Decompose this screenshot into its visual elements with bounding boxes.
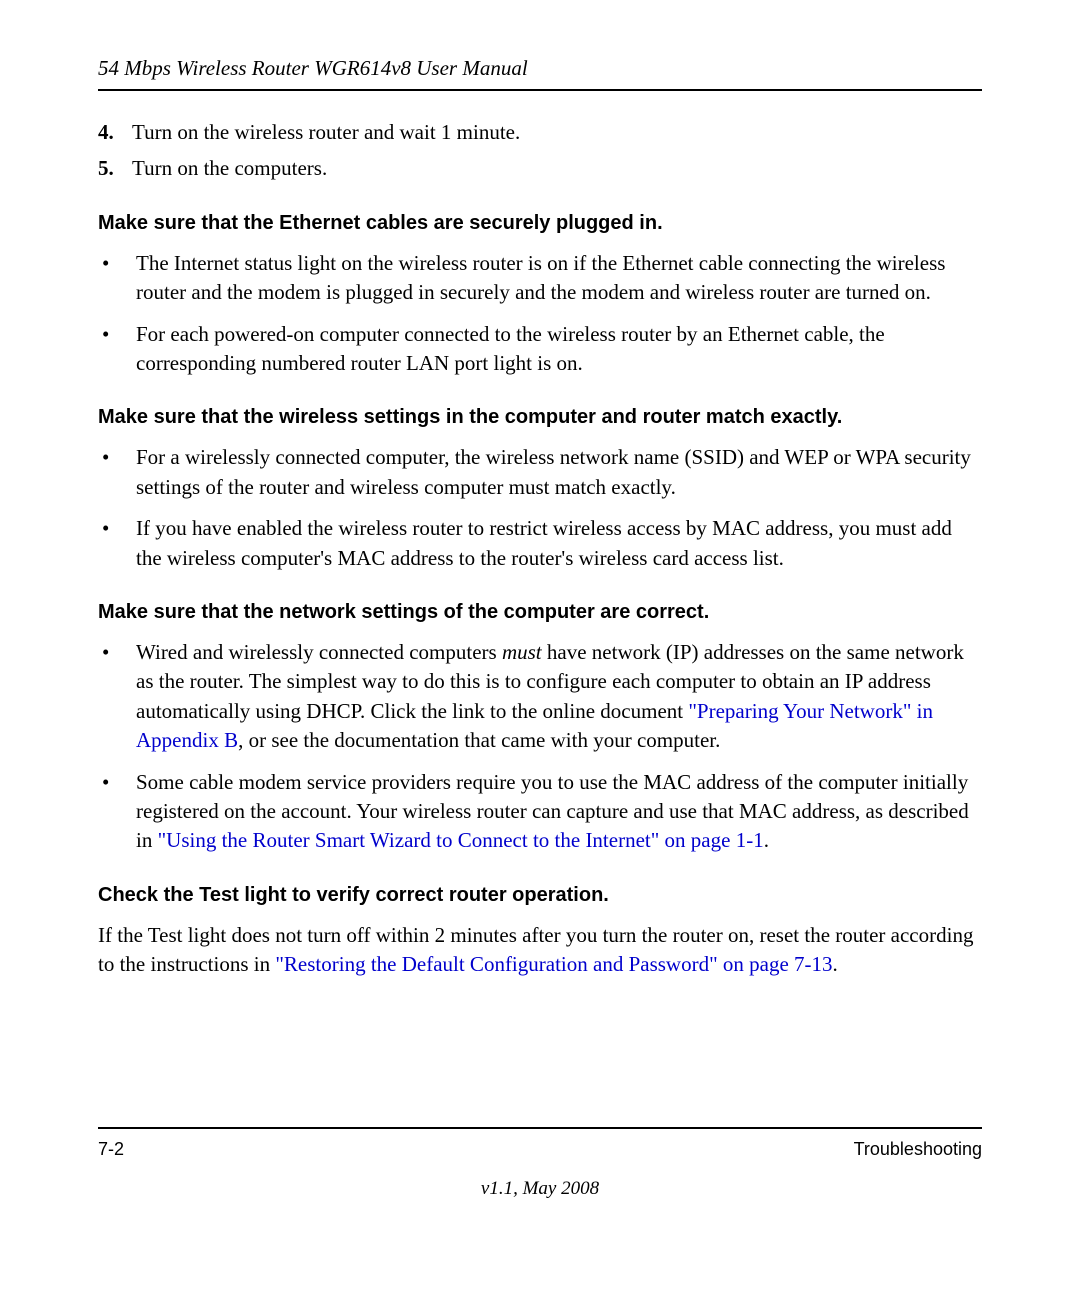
step-number: 5. — [98, 153, 132, 183]
page-footer: 7-2 Troubleshooting v1.1, May 2008 — [98, 1127, 982, 1200]
bullet-list: • Wired and wirelessly connected compute… — [98, 638, 982, 856]
subheading-wireless-settings: Make sure that the wireless settings in … — [98, 406, 982, 429]
bullet-icon: • — [98, 514, 136, 573]
bullet-list: • For a wirelessly connected computer, t… — [98, 443, 982, 573]
list-item: • If you have enabled the wireless route… — [98, 514, 982, 573]
document-page: 54 Mbps Wireless Router WGR614v8 User Ma… — [0, 0, 1080, 1296]
footer-section: Troubleshooting — [854, 1139, 982, 1160]
subheading-ethernet: Make sure that the Ethernet cables are s… — [98, 212, 982, 235]
header-rule — [98, 89, 982, 91]
step-text: Turn on the wireless router and wait 1 m… — [132, 117, 520, 147]
footer-rule — [98, 1127, 982, 1129]
bullet-icon: • — [98, 443, 136, 502]
bullet-icon: • — [98, 249, 136, 308]
bullet-text: For a wirelessly connected computer, the… — [136, 443, 982, 502]
list-item: • Some cable modem service providers req… — [98, 768, 982, 856]
footer-version: v1.1, May 2008 — [98, 1178, 982, 1200]
bullet-icon: • — [98, 768, 136, 856]
bullet-icon: • — [98, 638, 136, 756]
step-text: Turn on the computers. — [132, 153, 327, 183]
link-restore-default[interactable]: "Restoring the Default Configuration and… — [275, 952, 832, 976]
bullet-text: If you have enabled the wireless router … — [136, 514, 982, 573]
list-item: • The Internet status light on the wirel… — [98, 249, 982, 308]
list-item: • Wired and wirelessly connected compute… — [98, 638, 982, 756]
step-number: 4. — [98, 117, 132, 147]
subheading-test-light: Check the Test light to verify correct r… — [98, 884, 982, 907]
footer-page-number: 7-2 — [98, 1139, 124, 1160]
bullet-list: • The Internet status light on the wirel… — [98, 249, 982, 379]
bullet-text: Some cable modem service providers requi… — [136, 768, 982, 856]
subheading-network-settings: Make sure that the network settings of t… — [98, 601, 982, 624]
link-smart-wizard[interactable]: "Using the Router Smart Wizard to Connec… — [158, 828, 764, 852]
step-item: 4. Turn on the wireless router and wait … — [98, 117, 982, 147]
step-item: 5. Turn on the computers. — [98, 153, 982, 183]
bullet-text: Wired and wirelessly connected computers… — [136, 638, 982, 756]
body-paragraph: If the Test light does not turn off with… — [98, 921, 982, 980]
bullet-text: For each powered-on computer connected t… — [136, 320, 982, 379]
bullet-text: The Internet status light on the wireles… — [136, 249, 982, 308]
list-item: • For a wirelessly connected computer, t… — [98, 443, 982, 502]
bullet-icon: • — [98, 320, 136, 379]
list-item: • For each powered-on computer connected… — [98, 320, 982, 379]
running-header: 54 Mbps Wireless Router WGR614v8 User Ma… — [98, 56, 982, 81]
numbered-steps: 4. Turn on the wireless router and wait … — [98, 117, 982, 184]
italic-text: must — [502, 640, 542, 664]
